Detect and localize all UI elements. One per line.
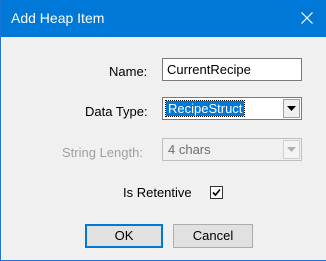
data-type-selected-value: RecipeStruct [164, 100, 246, 117]
string-length-dropdown-button [283, 140, 300, 159]
dialog-body: Name: CurrentRecipe Data Type: RecipeStr… [2, 37, 326, 260]
name-field[interactable]: CurrentRecipe [162, 58, 302, 81]
checkmark-icon [212, 188, 221, 197]
string-length-label: String Length: [62, 145, 143, 160]
ok-button[interactable]: OK [85, 224, 163, 248]
title-bar[interactable]: Add Heap Item [1, 0, 326, 37]
is-retentive-label: Is Retentive [123, 185, 192, 200]
close-icon [301, 12, 313, 24]
name-field-value: CurrentRecipe [167, 62, 251, 77]
chevron-down-icon [287, 147, 296, 152]
chevron-down-icon [287, 106, 296, 111]
data-type-dropdown-button[interactable] [283, 99, 300, 118]
is-retentive-checkbox[interactable] [210, 186, 223, 199]
string-length-value: 4 chars [168, 142, 211, 157]
dialog-title: Add Heap Item [11, 10, 105, 26]
name-label: Name: [109, 64, 148, 79]
close-button[interactable] [287, 0, 326, 37]
add-heap-item-dialog: Add Heap Item Name: CurrentRecipe Data T… [0, 0, 326, 261]
cancel-button[interactable]: Cancel [173, 224, 253, 248]
string-length-dropdown: 4 chars [162, 138, 302, 161]
data-type-label: Data Type: [85, 104, 148, 119]
data-type-dropdown[interactable]: RecipeStruct [162, 97, 302, 120]
